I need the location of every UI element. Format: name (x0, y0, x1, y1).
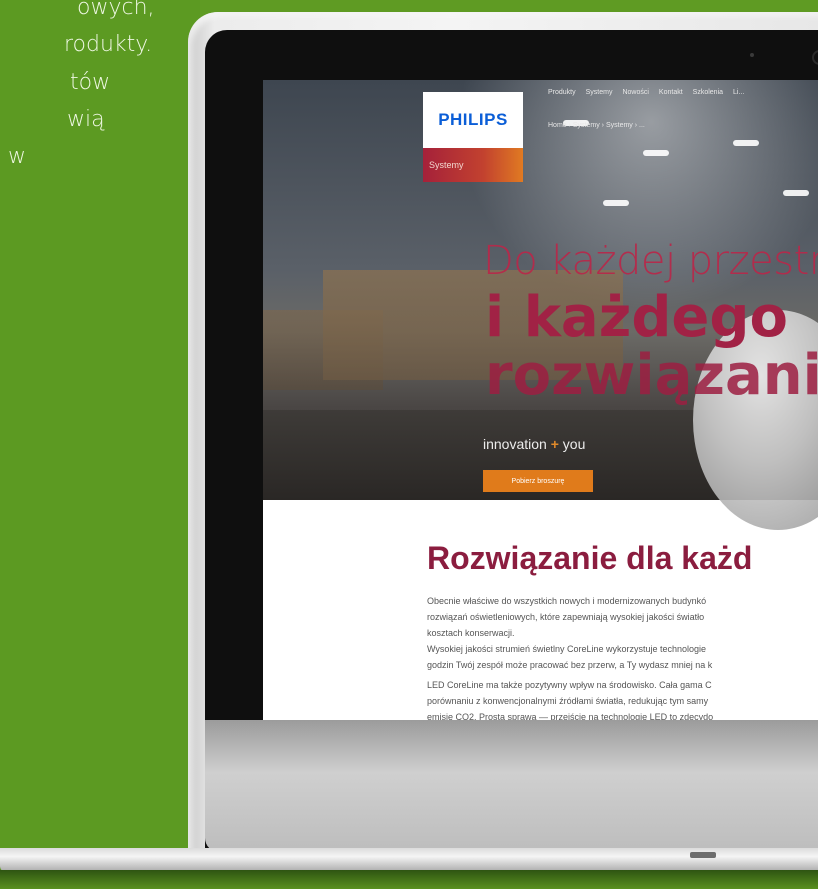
paragraph-line: godzin Twój zespół może pracować bez prz… (427, 660, 713, 670)
bg-line-3: tów (70, 70, 111, 95)
paragraph-line: rozwiązań oświetleniowych, które zapewni… (427, 612, 705, 622)
top-nav: Produkty Systemy Nowości Kontakt Szkolen… (548, 89, 744, 96)
bg-line-1: owych, (77, 0, 155, 20)
nav-item[interactable]: Kontakt (659, 89, 683, 96)
section-paragraph-3: LED CoreLine ma także pozytywny wpływ na… (427, 677, 818, 720)
ceiling-lamp (783, 190, 809, 196)
nav-item[interactable]: Szkolenia (693, 89, 723, 96)
paragraph-line: emisję CO2. Prosta sprawa — przejście na… (427, 712, 714, 720)
logo-wordmark: PHILIPS (423, 92, 523, 148)
tagline-prefix: innovation (483, 436, 547, 452)
laptop-screen: PHILIPS Systemy Produkty Systemy Nowości… (263, 80, 818, 720)
brand-logo[interactable]: PHILIPS Systemy (423, 92, 523, 182)
hero-headline-line-1: Do każdej przestrze (483, 238, 818, 284)
paragraph-line: LED CoreLine ma także pozytywny wpływ na… (427, 680, 712, 690)
laptop-shadow (0, 870, 818, 889)
logo-subtitle: Systemy (429, 160, 464, 170)
logo-band: Systemy (423, 148, 523, 182)
section-paragraph-1: Obecnie właściwe do wszystkich nowych i … (427, 593, 818, 641)
bg-line-2: rodukty. (64, 32, 153, 57)
hero-tagline: innovation + you (483, 436, 585, 452)
breadcrumb[interactable]: Home › Systemy › Systemy › ... (548, 122, 645, 129)
hero-headline-line-3: rozwiązania (485, 343, 818, 408)
logo-text: PHILIPS (438, 110, 508, 129)
nav-item[interactable]: Li... (733, 89, 744, 96)
section-paragraph-2: Wysokiej jakości strumień świetlny CoreL… (427, 641, 818, 673)
download-brochure-button[interactable]: Pobierz broszurę (483, 470, 593, 492)
ceiling-lamp (603, 200, 629, 206)
paragraph-line: Wysokiej jakości strumień świetlny CoreL… (427, 644, 707, 654)
bg-line-5: w (8, 144, 26, 169)
paragraph-line: porównaniu z konwencjonalnymi źródłami ś… (427, 696, 709, 706)
ceiling-lamp (733, 140, 759, 146)
laptop-chin (205, 720, 818, 852)
section-heading: Rozwiązanie dla każd (427, 540, 753, 576)
nav-item[interactable]: Nowości (622, 89, 648, 96)
nav-item[interactable]: Produkty (548, 89, 576, 96)
hero-headline-line-2: i każdego (485, 285, 788, 350)
paragraph-line: Obecnie właściwe do wszystkich nowych i … (427, 596, 707, 606)
nav-item[interactable]: Systemy (586, 89, 613, 96)
tagline-suffix: you (562, 436, 586, 452)
paragraph-line: kosztach konserwacji. (427, 628, 515, 638)
bg-line-4: wią (67, 107, 105, 132)
laptop-base-notch (690, 852, 716, 858)
ceiling-lamp (643, 150, 669, 156)
plus-icon: + (550, 436, 559, 452)
ambient-sensor (750, 53, 754, 57)
